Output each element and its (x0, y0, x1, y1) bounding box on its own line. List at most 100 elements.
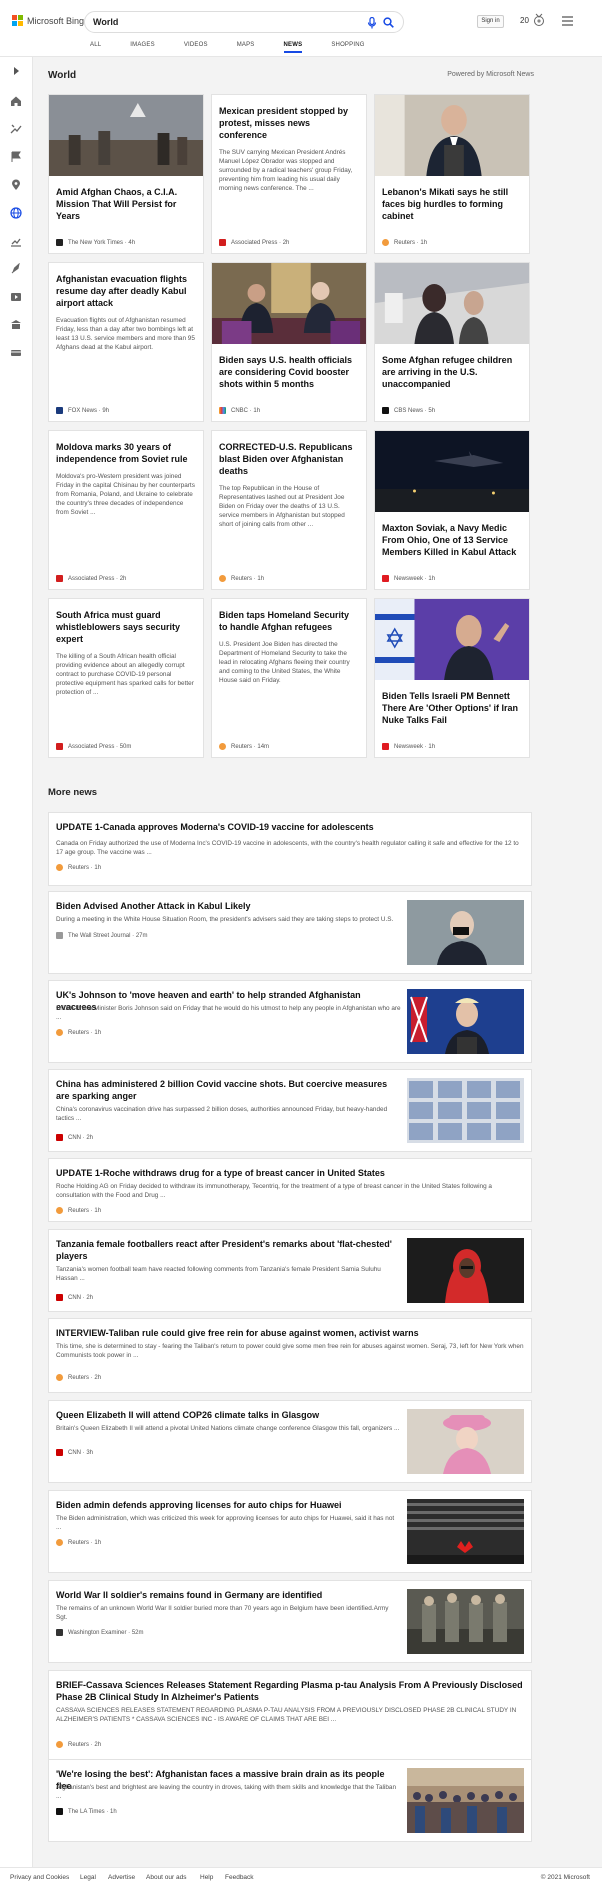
card-source[interactable]: CNBC · 1h (219, 407, 260, 414)
globe-icon[interactable] (10, 207, 22, 219)
list-item[interactable]: Queen Elizabeth II will attend COP26 cli… (48, 1400, 532, 1483)
news-title[interactable]: China has administered 2 billion Covid v… (56, 1078, 401, 1102)
news-card[interactable]: Biden Tells Israeli PM Bennett There Are… (374, 598, 530, 758)
card-source[interactable]: Reuters · 14m (219, 743, 269, 750)
flag-icon[interactable] (10, 151, 22, 163)
news-card[interactable]: Moldova marks 30 years of independence f… (48, 430, 204, 590)
location-pin-icon[interactable] (10, 179, 22, 191)
news-card[interactable]: Maxton Soviak, a Navy Medic From Ohio, O… (374, 430, 530, 590)
card-source[interactable]: Associated Press · 2h (56, 575, 126, 582)
card-title[interactable]: Moldova marks 30 years of independence f… (49, 441, 203, 465)
rewards-medal-icon[interactable] (532, 13, 546, 27)
card-source[interactable]: Newsweek · 1h (382, 575, 435, 582)
search-input[interactable]: World (93, 17, 118, 27)
news-source[interactable]: Reuters · 1h (56, 1207, 101, 1214)
news-card[interactable]: Biden says U.S. health officials are con… (211, 262, 367, 422)
list-item[interactable]: Biden admin defends approving licenses f… (48, 1490, 532, 1573)
list-item[interactable]: INTERVIEW-Taliban rule could give free r… (48, 1318, 532, 1393)
news-source[interactable]: Reuters · 1h (56, 864, 101, 871)
news-card[interactable]: Biden taps Homeland Security to handle A… (211, 598, 367, 758)
search-box[interactable]: World (84, 11, 404, 33)
news-title[interactable]: World War II soldier's remains found in … (56, 1589, 401, 1601)
tab-images[interactable]: IMAGES (130, 42, 155, 53)
rewards-count[interactable]: 20 (520, 16, 529, 25)
footer-link-about-ads[interactable]: About our ads (146, 1874, 186, 1881)
news-source[interactable]: The LA Times · 1h (56, 1808, 117, 1815)
news-title[interactable]: INTERVIEW-Taliban rule could give free r… (56, 1327, 526, 1339)
news-title[interactable]: Tanzania female footballers react after … (56, 1238, 401, 1262)
news-card[interactable]: South Africa must guard whistleblowers s… (48, 598, 204, 758)
news-card[interactable]: CORRECTED-U.S. Republicans blast Biden o… (211, 430, 367, 590)
tab-news[interactable]: NEWS (283, 42, 303, 53)
news-card[interactable]: Some Afghan refugee children are arrivin… (374, 262, 530, 422)
business-chart-icon[interactable] (10, 235, 22, 247)
list-item[interactable]: UPDATE 1-Canada approves Moderna's COVID… (48, 812, 532, 886)
news-card[interactable]: Afghanistan evacuation flights resume da… (48, 262, 204, 422)
card-title[interactable]: Mexican president stopped by protest, mi… (212, 105, 366, 141)
card-source[interactable]: Reuters · 1h (219, 575, 264, 582)
card-title[interactable]: Some Afghan refugee children are arrivin… (375, 354, 529, 390)
card-title[interactable]: CORRECTED-U.S. Republicans blast Biden o… (212, 441, 366, 477)
card-source[interactable]: FOX News · 9h (56, 407, 109, 414)
card-title[interactable]: Biden taps Homeland Security to handle A… (212, 609, 366, 633)
footer-link-advertise[interactable]: Advertise (108, 1874, 135, 1881)
news-card[interactable]: Lebanon's Mikati says he still faces big… (374, 94, 530, 254)
card-title[interactable]: Biden Tells Israeli PM Bennett There Are… (375, 690, 529, 726)
microphone-icon[interactable] (367, 17, 377, 29)
tab-all[interactable]: ALL (90, 42, 101, 53)
card-source[interactable]: Reuters · 1h (382, 239, 427, 246)
news-source[interactable]: Reuters · 1h (56, 1539, 101, 1546)
news-title[interactable]: Biden Advised Another Attack in Kabul Li… (56, 900, 401, 912)
card-title[interactable]: Amid Afghan Chaos, a C.I.A. Mission That… (49, 186, 203, 222)
news-source[interactable]: Reuters · 2h (56, 1741, 101, 1748)
card-source[interactable]: Associated Press · 2h (219, 239, 289, 246)
news-card[interactable]: Amid Afghan Chaos, a C.I.A. Mission That… (48, 94, 204, 254)
card-source[interactable]: CBS News · 5h (382, 407, 435, 414)
news-title[interactable]: BRIEF-Cassava Sciences Releases Statemen… (56, 1679, 526, 1703)
news-source[interactable]: Washington Examiner · 52m (56, 1629, 144, 1636)
search-icon[interactable] (383, 17, 394, 28)
footer-link-feedback[interactable]: Feedback (225, 1874, 254, 1881)
trending-icon[interactable] (10, 123, 22, 135)
sign-in-button[interactable]: Sign in (477, 15, 504, 28)
entertainment-icon[interactable] (10, 291, 22, 303)
card-source[interactable]: Associated Press · 50m (56, 743, 131, 750)
politics-building-icon[interactable] (10, 319, 22, 331)
news-source[interactable]: Reuters · 1h (56, 1029, 101, 1036)
card-source[interactable]: The New York Times · 4h (56, 239, 135, 246)
footer-link-privacy[interactable]: Privacy and Cookies (10, 1874, 69, 1881)
bing-logo[interactable]: Microsoft Bing (12, 15, 84, 26)
card-title[interactable]: South Africa must guard whistleblowers s… (49, 609, 203, 645)
news-source[interactable]: CNN · 2h (56, 1294, 93, 1301)
news-title[interactable]: UPDATE 1-Roche withdraws drug for a type… (56, 1167, 526, 1179)
list-item[interactable]: Biden Advised Another Attack in Kabul Li… (48, 891, 532, 974)
card-title[interactable]: Biden says U.S. health officials are con… (212, 354, 366, 390)
list-item[interactable]: China has administered 2 billion Covid v… (48, 1069, 532, 1152)
list-item[interactable]: 'We're losing the best': Afghanistan fac… (48, 1759, 532, 1842)
list-item[interactable]: World War II soldier's remains found in … (48, 1580, 532, 1663)
news-card[interactable]: Mexican president stopped by protest, mi… (211, 94, 367, 254)
card-title[interactable]: Lebanon's Mikati says he still faces big… (375, 186, 529, 222)
footer-link-legal[interactable]: Legal (80, 1874, 96, 1881)
science-rocket-icon[interactable] (10, 263, 22, 275)
tab-maps[interactable]: MAPS (237, 42, 255, 53)
list-item[interactable]: UK's Johnson to 'move heaven and earth' … (48, 980, 532, 1063)
expand-chevron-icon[interactable] (10, 65, 22, 77)
news-source[interactable]: CNN · 3h (56, 1449, 93, 1456)
list-item[interactable]: UPDATE 1-Roche withdraws drug for a type… (48, 1158, 532, 1222)
list-item[interactable]: BRIEF-Cassava Sciences Releases Statemen… (48, 1670, 532, 1762)
news-source[interactable]: The Wall Street Journal · 27m (56, 932, 148, 939)
card-title[interactable]: Maxton Soviak, a Navy Medic From Ohio, O… (375, 522, 529, 558)
news-source[interactable]: CNN · 2h (56, 1134, 93, 1141)
tab-shopping[interactable]: SHOPPING (331, 42, 364, 53)
news-title[interactable]: Biden admin defends approving licenses f… (56, 1499, 401, 1511)
news-title[interactable]: Queen Elizabeth II will attend COP26 cli… (56, 1409, 401, 1421)
news-title[interactable]: UPDATE 1-Canada approves Moderna's COVID… (56, 821, 526, 833)
news-source[interactable]: Reuters · 2h (56, 1374, 101, 1381)
tab-videos[interactable]: VIDEOS (184, 42, 208, 53)
powered-by-label[interactable]: Powered by Microsoft News (447, 71, 534, 78)
card-source[interactable]: Newsweek · 1h (382, 743, 435, 750)
home-icon[interactable] (10, 95, 22, 107)
technology-icon[interactable] (10, 347, 22, 359)
list-item[interactable]: Tanzania female footballers react after … (48, 1229, 532, 1312)
